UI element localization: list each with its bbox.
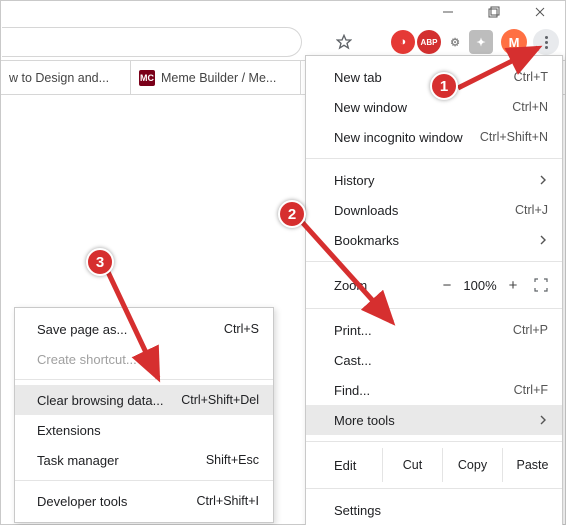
zoom-out-button[interactable]: − <box>436 277 458 294</box>
fullscreen-button[interactable] <box>530 274 552 296</box>
menu-label: Create shortcut... <box>37 352 137 367</box>
menu-separator <box>306 158 562 159</box>
bookmark-label: w to Design and... <box>9 71 109 85</box>
menu-cast[interactable]: Cast... <box>306 345 562 375</box>
annotation-badge-3: 3 <box>86 248 114 276</box>
menu-shortcut: Ctrl+N <box>512 100 548 114</box>
menu-settings[interactable]: Settings <box>306 495 562 525</box>
bookmark-star-icon[interactable] <box>335 33 353 51</box>
omnibox[interactable] <box>2 27 302 57</box>
chevron-right-icon <box>538 233 548 248</box>
menu-label: Bookmarks <box>334 233 399 248</box>
menu-new-incognito[interactable]: New incognito window Ctrl+Shift+N <box>306 122 562 152</box>
menu-shortcut: Ctrl+Shift+I <box>196 494 259 508</box>
menu-label: Save page as... <box>37 322 127 337</box>
window-close-button[interactable] <box>517 1 563 23</box>
menu-shortcut: Shift+Esc <box>206 453 259 467</box>
annotation-badge-2: 2 <box>278 200 306 228</box>
chevron-right-icon <box>538 173 548 188</box>
bookmark-label: Meme Builder / Me... <box>161 71 276 85</box>
vertical-dots-icon <box>545 36 548 49</box>
menu-label: Extensions <box>37 423 101 438</box>
submenu-clear-browsing-data[interactable]: Clear browsing data... Ctrl+Shift+Del <box>15 385 273 415</box>
extensions-row: ◑ ABP ⚙ ✦ M <box>391 29 561 55</box>
menu-separator <box>306 488 562 489</box>
extension-abp-icon[interactable]: ABP <box>417 30 441 54</box>
menu-label: Task manager <box>37 453 119 468</box>
extension-grey-icon[interactable]: ✦ <box>469 30 493 54</box>
menu-shortcut: Ctrl+P <box>513 323 548 337</box>
menu-edit-row: Edit Cut Copy Paste <box>306 448 562 482</box>
more-tools-submenu: Save page as... Ctrl+S Create shortcut..… <box>14 307 274 523</box>
menu-shortcut: Ctrl+Shift+Del <box>181 393 259 407</box>
edit-cut-button[interactable]: Cut <box>382 448 442 482</box>
menu-label: New tab <box>334 70 382 85</box>
chrome-menu-button[interactable] <box>533 29 559 55</box>
zoom-value: 100% <box>458 278 502 293</box>
menu-find[interactable]: Find... Ctrl+F <box>306 375 562 405</box>
menu-zoom-row: Zoom − 100% + <box>306 268 562 302</box>
submenu-create-shortcut[interactable]: Create shortcut... <box>15 344 273 374</box>
menu-downloads[interactable]: Downloads Ctrl+J <box>306 195 562 225</box>
menu-print[interactable]: Print... Ctrl+P <box>306 315 562 345</box>
menu-label: Find... <box>334 383 370 398</box>
menu-shortcut: Ctrl+S <box>224 322 259 336</box>
zoom-label: Zoom <box>334 278 367 293</box>
edit-label: Edit <box>334 458 382 473</box>
menu-separator <box>306 308 562 309</box>
menu-shortcut: Ctrl+F <box>514 383 548 397</box>
menu-more-tools[interactable]: More tools <box>306 405 562 435</box>
edit-paste-button[interactable]: Paste <box>502 448 562 482</box>
menu-label: New window <box>334 100 407 115</box>
menu-label: Downloads <box>334 203 398 218</box>
submenu-extensions[interactable]: Extensions <box>15 415 273 445</box>
menu-shortcut: Ctrl+J <box>515 203 548 217</box>
zoom-in-button[interactable]: + <box>502 277 524 294</box>
menu-label: Developer tools <box>37 494 127 509</box>
menu-bookmarks[interactable]: Bookmarks <box>306 225 562 255</box>
favicon-icon: MC <box>139 70 155 86</box>
edit-copy-button[interactable]: Copy <box>442 448 502 482</box>
menu-label: Cast... <box>334 353 372 368</box>
menu-separator <box>15 379 273 380</box>
menu-label: Print... <box>334 323 372 338</box>
menu-label: Clear browsing data... <box>37 393 163 408</box>
submenu-task-manager[interactable]: Task manager Shift+Esc <box>15 445 273 475</box>
menu-separator <box>15 480 273 481</box>
extension-gears-icon[interactable]: ⚙ <box>443 30 467 54</box>
menu-shortcut: Ctrl+Shift+N <box>480 130 548 144</box>
annotation-badge-1: 1 <box>430 72 458 100</box>
browser-window: ◑ ABP ⚙ ✦ M w to Design and... MC Meme B… <box>0 0 566 525</box>
menu-label: History <box>334 173 374 188</box>
bookmark-item[interactable]: w to Design and... <box>1 61 131 95</box>
menu-label: Settings <box>334 503 381 518</box>
menu-separator <box>306 261 562 262</box>
chrome-main-menu: New tab Ctrl+T New window Ctrl+N New inc… <box>305 55 563 525</box>
bookmark-item[interactable]: MC Meme Builder / Me... <box>131 61 301 95</box>
submenu-developer-tools[interactable]: Developer tools Ctrl+Shift+I <box>15 486 273 516</box>
menu-label: New incognito window <box>334 130 463 145</box>
menu-label: More tools <box>334 413 395 428</box>
menu-history[interactable]: History <box>306 165 562 195</box>
profile-avatar[interactable]: M <box>501 29 527 55</box>
window-minimize-button[interactable] <box>425 1 471 23</box>
chevron-right-icon <box>538 413 548 428</box>
menu-separator <box>306 441 562 442</box>
menu-shortcut: Ctrl+T <box>514 70 548 84</box>
extension-ublock-icon[interactable]: ◑ <box>391 30 415 54</box>
submenu-save-page[interactable]: Save page as... Ctrl+S <box>15 314 273 344</box>
window-restore-button[interactable] <box>471 1 517 23</box>
titlebar <box>1 1 565 23</box>
